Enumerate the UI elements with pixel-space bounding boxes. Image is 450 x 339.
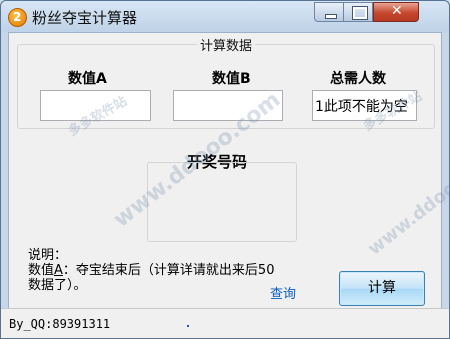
app-logo-icon <box>8 8 27 27</box>
maximize-icon <box>352 6 368 20</box>
description: 说明： 数值A：夺宝结束后（计算详请就出来后50 数据了）。 <box>28 248 274 293</box>
status-bar: By_QQ:89391311 <box>1 308 449 338</box>
maximize-button[interactable] <box>343 2 373 22</box>
client-area: 计算数据 数值A 数值B 总需人数 1此项不能为空 开奖号码 说明： 数值A：夺… <box>8 32 449 332</box>
watermark: www.ddooo.com <box>364 140 450 260</box>
status-indicator <box>187 325 189 327</box>
value-b-input[interactable] <box>173 90 283 121</box>
value-a-input[interactable] <box>40 90 151 121</box>
description-key: A <box>54 263 63 278</box>
description-heading: 说明： <box>28 248 68 263</box>
window-title: 粉丝夺宝计算器 <box>32 9 138 27</box>
draw-number-box <box>147 162 297 242</box>
title-bar[interactable]: 粉丝夺宝计算器 ✕ <box>1 1 449 33</box>
close-icon: ✕ <box>391 3 403 19</box>
calculate-button[interactable]: 计算 <box>339 271 425 306</box>
description-prefix: 数值 <box>28 263 55 278</box>
total-people-label: 总需人数 <box>330 71 386 87</box>
minimize-button[interactable] <box>314 2 344 22</box>
description-text: ：夺宝结束后（计算详请就出来后50 <box>62 263 275 278</box>
query-link[interactable]: 查询 <box>270 283 296 302</box>
total-people-input[interactable]: 1此项不能为空 <box>312 90 417 121</box>
description-line: 数值A：夺宝结束后（计算详请就出来后50 <box>28 263 274 278</box>
value-b-label: 数值B <box>212 71 251 87</box>
description-line-2: 数据了）。 <box>28 278 87 293</box>
group-title: 计算数据 <box>197 35 256 54</box>
app-window: 粉丝夺宝计算器 ✕ 计算数据 数值A 数值B 总需人数 1此项不能为空 开奖号码… <box>0 0 450 339</box>
value-a-label: 数值A <box>68 71 107 87</box>
status-text: By_QQ:89391311 <box>9 317 111 331</box>
minimize-icon <box>325 14 337 19</box>
close-button[interactable]: ✕ <box>373 2 419 22</box>
